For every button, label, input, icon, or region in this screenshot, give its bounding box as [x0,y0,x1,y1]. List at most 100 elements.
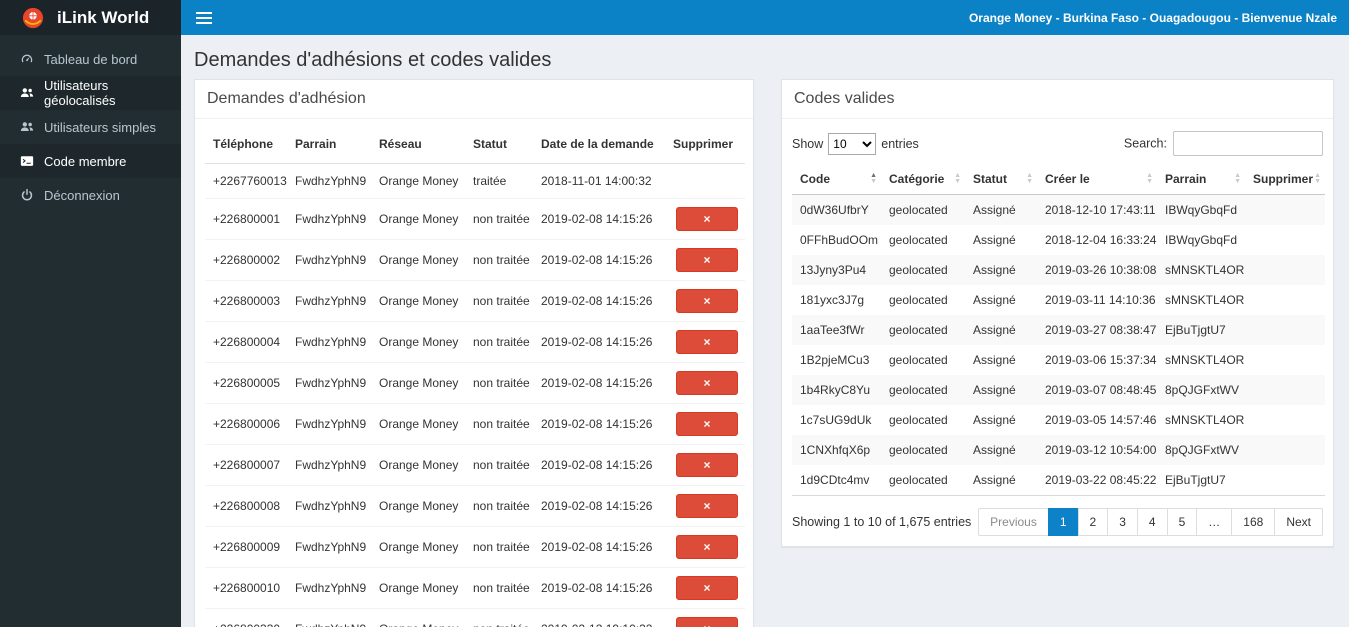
sort-desc-icon: ▼ [1234,178,1241,185]
delete-request-button[interactable]: × [676,453,738,477]
codes-column-header[interactable]: Parrain ▲ ▼ [1157,164,1245,195]
code-parrain: sMNSKTL4OR [1157,255,1245,285]
delete-request-button[interactable]: × [676,248,738,272]
delete-request-button[interactable]: × [676,535,738,559]
adhesion-parrain: FwdhzYphN9 [287,526,371,568]
sidebar-item-utilisateurs-simples[interactable]: Utilisateurs simples [0,110,181,144]
sidebar-item-label: Utilisateurs simples [44,119,156,135]
code-value: 1c7sUG9dUk [800,413,872,427]
page-number-button[interactable]: 5 [1166,508,1198,536]
adhesion-date: 2019-02-08 14:15:26 [533,567,665,609]
sort-icon: ▲ ▼ [1146,172,1153,185]
delete-request-button[interactable]: × [676,617,738,627]
page-length-select[interactable]: 10 [828,132,877,155]
sidebar-item-deconnexion[interactable]: Déconnexion [0,178,181,212]
delete-request-button[interactable]: × [676,412,738,436]
adhesion-supprimer-cell: × [665,198,745,240]
adhesion-parrain: FwdhzYphN9 [287,444,371,486]
codes-column-header[interactable]: Supprimer ▲ ▼ [1245,164,1325,195]
code-creer-le: 2019-03-07 08:48:45 [1037,375,1157,405]
adhesion-statut: non traitée [465,526,533,568]
search-control: Search: [1124,131,1323,156]
adhesion-telephone: +226800005 [205,362,287,404]
adhesion-telephone: +226800001 [205,198,287,240]
page-number-button[interactable]: 1 [1047,508,1079,536]
code-creer-le: 2018-12-10 17:43:11 [1037,194,1157,225]
adhesion-statut: non traitée [465,444,533,486]
adhesion-statut: traitée [465,163,533,199]
sort-icon: ▲ ▼ [1314,172,1321,185]
sort-desc-icon: ▼ [1026,178,1033,185]
adhesion-telephone: +226800002 [205,239,287,281]
adhesions-column-header: Réseau [371,125,465,164]
brand-logo-icon [22,7,44,29]
code-creer-le: 2019-03-06 15:37:34 [1045,353,1157,367]
page-number-button[interactable]: 168 [1231,508,1276,536]
adhesion-telephone: +226800008 [205,485,287,527]
adhesion-supprimer-cell: × [665,321,745,363]
code-value: 1B2pjeMCu3 [800,353,870,367]
adhesion-reseau: Orange Money [371,280,465,322]
adhesion-row: +226800010 FwdhzYphN9 Orange Money non trai… [205,567,745,609]
search-input[interactable] [1173,131,1323,156]
code-statut: Assigné [965,315,1037,345]
page-ellipsis: … [1196,508,1233,536]
code-value: 1aaTee3fWr [792,315,881,345]
sidebar-item-code-membre[interactable]: Code membre [0,144,181,178]
page-number-button[interactable]: 3 [1107,508,1138,536]
delete-request-button[interactable]: × [676,576,738,600]
adhesion-row: +226800006 FwdhzYphN9 Orange Money non trai… [205,403,745,445]
adhesions-column-header: Date de la demande [533,125,665,164]
page-title: Demandes d'adhésions et codes valides [194,49,552,71]
delete-request-button[interactable]: × [676,371,738,395]
adhesion-reseau: Orange Money [371,608,465,627]
page-number-button[interactable]: 2 [1077,508,1109,536]
page-length-control: Show 10 entries [792,132,919,155]
adhesion-reseau: Orange Money [371,403,465,445]
codes-column-header[interactable]: Statut ▲ ▼ [965,164,1037,195]
adhesion-row: +226800001 FwdhzYphN9 Orange Money non trai… [205,198,745,240]
sidebar-toggle-button[interactable] [181,0,227,35]
sidebar-item-tableau-de-bord[interactable]: Tableau de bord [0,42,181,76]
adhesion-date: 2019-02-08 14:15:26 [533,444,665,486]
codes-column-header[interactable]: Catégorie ▲ ▼ [881,164,965,195]
page-next-button[interactable]: Next [1274,508,1323,536]
delete-request-button[interactable]: × [676,330,738,354]
page-number-button[interactable]: 4 [1136,508,1168,536]
code-supprimer-cell [1245,405,1325,435]
code-categorie: geolocated [889,473,948,487]
code-row: 1aaTee3fWr geolocated Assigné 2019-03-27 08… [792,315,1325,345]
adhesion-telephone: +226800007 [205,444,287,486]
code-creer-le: 2019-03-05 14:57:46 [1045,413,1157,427]
adhesion-date: 2019-02-08 14:15:26 [533,362,665,404]
codes-column-header[interactable]: Code ▲ ▼ [792,164,881,195]
code-creer-le: 2019-03-22 08:45:22 [1045,473,1157,487]
code-row: 0dW36UfbrY geolocated Assigné 2018-12-10 17… [792,194,1325,225]
adhesion-row: +226800330FwdhzYphN9Orange Moneynon trai… [205,608,745,627]
adhesion-telephone: +226800009 [205,526,287,568]
adhesion-statut: non traitée [465,567,533,609]
code-supprimer-cell [1245,194,1325,225]
adhesions-column-header: Parrain [287,125,371,164]
adhesion-supprimer-cell: × [665,239,745,281]
code-parrain: sMNSKTL4OR [1165,293,1245,307]
code-supprimer-cell [1245,285,1325,315]
code-parrain: EjBuTjgtU7 [1157,315,1245,345]
delete-request-button[interactable]: × [676,289,738,313]
adhesion-parrain: FwdhzYphN9 [287,280,371,322]
brand[interactable]: iLink World [0,0,181,35]
adhesion-supprimer-cell: × [665,526,745,568]
adhesion-parrain: FwdhzYphN9 [287,321,371,363]
sidebar-item-utilisateurs-geolocalises[interactable]: Utilisateurs géolocalisés [0,76,181,110]
codes-column-header[interactable]: Créer le ▲ ▼ [1037,164,1157,195]
delete-request-button[interactable]: × [676,494,738,518]
code-creer-le: 2019-03-26 10:38:08 [1037,255,1157,285]
code-parrain: 8pQJGFxtWV [1157,435,1245,465]
adhesion-row: +226800003 FwdhzYphN9 Orange Money non trai… [205,280,745,322]
adhesion-parrain: FwdhzYphN9 [287,163,371,199]
sort-desc-icon: ▼ [870,178,877,185]
code-statut: Assigné [965,435,1037,465]
page-prev-button[interactable]: Previous [978,508,1049,536]
delete-request-button[interactable]: × [676,207,738,231]
code-supprimer-cell [1245,435,1325,465]
